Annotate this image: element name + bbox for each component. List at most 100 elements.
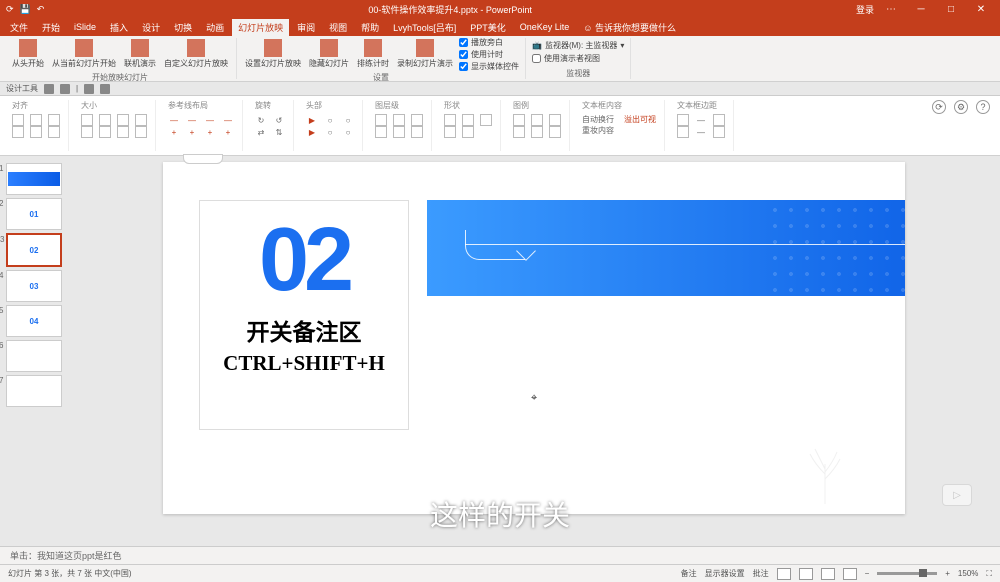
- thumb-4[interactable]: 403: [6, 270, 62, 302]
- shape-btn[interactable]: [480, 114, 492, 126]
- shape-btn[interactable]: [462, 114, 474, 126]
- tab-onekey[interactable]: OneKey Lite: [514, 20, 576, 34]
- tab-islide[interactable]: iSlide: [68, 20, 102, 34]
- size-btn[interactable]: [135, 126, 147, 138]
- guide-btn[interactable]: +: [204, 126, 216, 138]
- thumb-3[interactable]: 302: [6, 233, 62, 267]
- zoom-slider[interactable]: [877, 572, 937, 575]
- zoom-in-icon[interactable]: +: [945, 569, 950, 578]
- rotate-btn[interactable]: ↺: [273, 114, 285, 126]
- tab-file[interactable]: 文件: [4, 19, 34, 36]
- tab-pptbeautify[interactable]: PPT美化: [464, 19, 512, 36]
- legend-btn[interactable]: [531, 126, 543, 138]
- legend-btn[interactable]: [549, 114, 561, 126]
- present-online-button[interactable]: 联机演示: [122, 37, 158, 71]
- notes-bar[interactable]: 单击：我知道这页ppt是红色: [0, 546, 1000, 564]
- slide[interactable]: 02 开关备注区 CTRL+SHIFT+H ⌖: [163, 162, 905, 514]
- head-btn[interactable]: ○: [342, 126, 354, 138]
- size-btn[interactable]: [81, 126, 93, 138]
- size-btn[interactable]: [99, 126, 111, 138]
- slide-left-box[interactable]: 02 开关备注区 CTRL+SHIFT+H: [199, 200, 409, 430]
- head-btn[interactable]: ▶: [306, 114, 318, 126]
- slide-canvas[interactable]: 02 开关备注区 CTRL+SHIFT+H ⌖: [68, 156, 1000, 546]
- settings-icon[interactable]: ⚙: [954, 100, 968, 114]
- save-icon[interactable]: 💾: [20, 4, 31, 15]
- custom-show-button[interactable]: 自定义幻灯片放映: [162, 37, 230, 71]
- align-btn[interactable]: [12, 114, 24, 126]
- close-icon[interactable]: ✕: [968, 1, 994, 17]
- window-options-icon[interactable]: ⋯: [878, 1, 904, 17]
- qat-icon-1[interactable]: [44, 84, 54, 94]
- tab-design[interactable]: 设计: [136, 19, 166, 36]
- layer-btn[interactable]: [375, 114, 387, 126]
- head-btn[interactable]: ○: [324, 114, 336, 126]
- layer-btn[interactable]: [393, 114, 405, 126]
- qat-icon-4[interactable]: [100, 84, 110, 94]
- margin-btn[interactable]: [677, 126, 689, 138]
- tab-slideshow[interactable]: 幻灯片放映: [232, 19, 289, 36]
- tab-help[interactable]: 帮助: [355, 19, 385, 36]
- layer-btn[interactable]: [375, 126, 387, 138]
- reading-view-icon[interactable]: [821, 568, 835, 580]
- setup-show-button[interactable]: 设置幻灯片放映: [243, 37, 303, 71]
- layer-btn[interactable]: [411, 126, 423, 138]
- signin-label[interactable]: 登录: [856, 3, 874, 16]
- notes-toggle[interactable]: 备注: [681, 568, 697, 579]
- tab-tellme[interactable]: ☺ 告诉我你想要做什么: [577, 19, 682, 36]
- margin-btn[interactable]: [713, 126, 725, 138]
- zoom-out-icon[interactable]: −: [865, 569, 870, 578]
- tab-transitions[interactable]: 切换: [168, 19, 198, 36]
- thumb-2[interactable]: 201: [6, 198, 62, 230]
- thumb-7[interactable]: 7: [6, 375, 62, 407]
- record-button[interactable]: 录制幻灯片演示: [395, 37, 455, 71]
- guide-btn[interactable]: —: [186, 114, 198, 126]
- shape-btn[interactable]: [444, 126, 456, 138]
- overflow-btn[interactable]: 溢出可视: [624, 114, 656, 125]
- zoom-level[interactable]: 150%: [958, 569, 978, 578]
- qat-icon-2[interactable]: [60, 84, 70, 94]
- guide-btn[interactable]: +: [186, 126, 198, 138]
- flip-btn[interactable]: ⇄: [255, 126, 267, 138]
- slide-banner[interactable]: [427, 200, 905, 296]
- fit-window-icon[interactable]: ⛶: [986, 569, 992, 579]
- size-btn[interactable]: [117, 114, 129, 126]
- size-btn[interactable]: [81, 114, 93, 126]
- margin-btn[interactable]: [713, 114, 725, 126]
- layer-btn[interactable]: [411, 114, 423, 126]
- legend-btn[interactable]: [513, 114, 525, 126]
- legend-btn[interactable]: [549, 126, 561, 138]
- guide-btn[interactable]: —: [222, 114, 234, 126]
- from-current-button[interactable]: 从当前幻灯片开始: [50, 37, 118, 71]
- align-btn[interactable]: [30, 126, 42, 138]
- normal-view-icon[interactable]: [777, 568, 791, 580]
- tab-insert[interactable]: 插入: [104, 19, 134, 36]
- tab-lvyh[interactable]: LvyhTools[吕布]: [387, 19, 462, 36]
- layer-btn[interactable]: [393, 126, 405, 138]
- guide-btn[interactable]: —: [204, 114, 216, 126]
- minimize-icon[interactable]: ─: [908, 1, 934, 17]
- guide-btn[interactable]: —: [168, 114, 180, 126]
- head-btn[interactable]: ○: [342, 114, 354, 126]
- autosave-icon[interactable]: ⟳: [6, 4, 14, 15]
- rehearse-button[interactable]: 排练计时: [355, 37, 391, 71]
- comments-toggle[interactable]: 批注: [753, 568, 769, 579]
- margin-btn[interactable]: [677, 114, 689, 126]
- head-btn[interactable]: ○: [324, 126, 336, 138]
- guide-btn[interactable]: +: [168, 126, 180, 138]
- show-media-check[interactable]: 显示媒体控件: [459, 61, 519, 72]
- size-btn[interactable]: [135, 114, 147, 126]
- align-btn[interactable]: [48, 114, 60, 126]
- display-settings[interactable]: 显示器设置: [705, 568, 745, 579]
- size-btn[interactable]: [99, 114, 111, 126]
- legend-btn[interactable]: [531, 114, 543, 126]
- tab-home[interactable]: 开始: [36, 19, 66, 36]
- size-btn[interactable]: [117, 126, 129, 138]
- thumb-1[interactable]: 1: [6, 163, 62, 195]
- legend-btn[interactable]: [513, 126, 525, 138]
- undo-icon[interactable]: ↶: [37, 4, 45, 15]
- flip-btn[interactable]: ⇅: [273, 126, 285, 138]
- align-btn[interactable]: [12, 126, 24, 138]
- sorter-view-icon[interactable]: [799, 568, 813, 580]
- qat-icon-3[interactable]: [84, 84, 94, 94]
- tab-view[interactable]: 视图: [323, 19, 353, 36]
